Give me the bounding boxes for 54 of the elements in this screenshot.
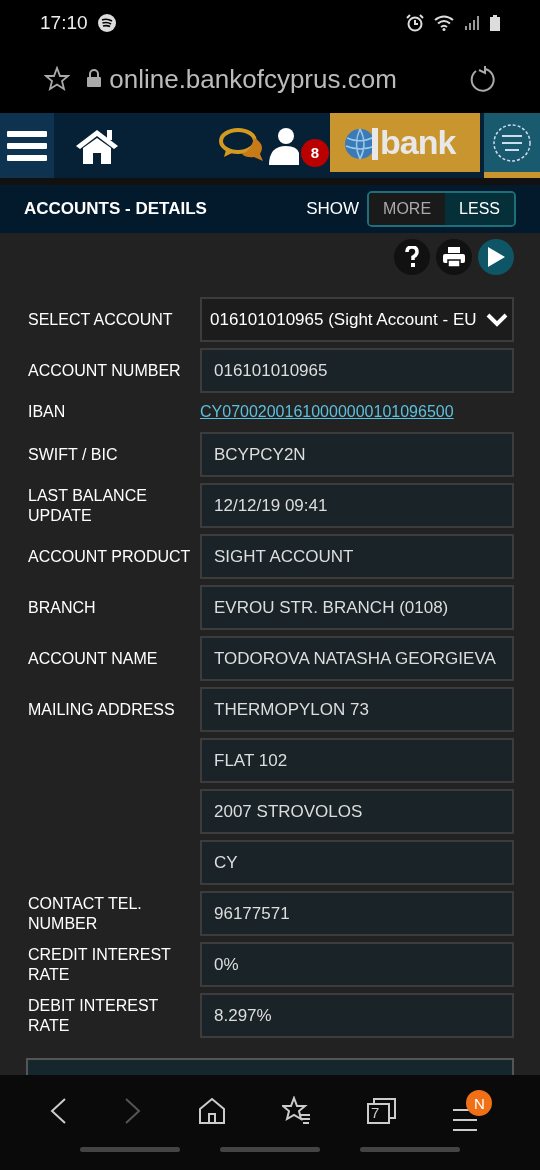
field-label: CONTACT TEL. NUMBER — [28, 893, 143, 934]
alarm-icon — [406, 13, 424, 32]
field-value: 016101010965 — [200, 348, 514, 393]
chevron-down-icon — [486, 312, 508, 327]
field-label: ACCOUNT NAME — [28, 648, 159, 669]
field-label: ACCOUNT NUMBER — [28, 360, 182, 381]
field-value: TODOROVA NATASHA GEORGIEVA — [200, 636, 514, 681]
menu-icon[interactable] — [0, 113, 54, 178]
star-icon[interactable] — [44, 66, 70, 92]
bookmarks-button[interactable] — [281, 1096, 312, 1126]
play-button[interactable] — [478, 239, 514, 275]
show-label: SHOW — [306, 199, 360, 219]
wifi-icon — [434, 14, 454, 31]
field-value: SIGHT ACCOUNT — [200, 534, 514, 579]
home-button[interactable] — [198, 1097, 227, 1125]
toggle-option[interactable]: LESS — [445, 193, 514, 225]
field-value: THERMOPYLON 73 — [200, 687, 514, 732]
iban-link[interactable]: CY07002001610000000101096500 — [200, 403, 454, 421]
page-title: ACCOUNTS - DETAILS — [24, 199, 208, 219]
print-button[interactable] — [436, 239, 472, 275]
lock-icon — [86, 67, 102, 88]
play-icon — [486, 246, 506, 268]
field-label: SELECT ACCOUNT — [28, 309, 174, 330]
field-value: 0% — [200, 942, 514, 987]
notification-badge: 8 — [301, 138, 329, 167]
printer-icon — [442, 246, 466, 268]
field-label: IBAN — [28, 402, 67, 422]
field-value: 12/12/19 09:41 — [200, 483, 514, 528]
battery-icon — [490, 14, 500, 31]
field-value: EVROU STR. BRANCH (0108) — [200, 585, 514, 630]
field-value: 96177571 — [200, 891, 514, 936]
field-value: 8.297% — [200, 993, 514, 1038]
field-label: MAILING ADDRESS — [28, 699, 176, 720]
user-icon — [267, 126, 301, 167]
field-label: LAST BALANCE UPDATE — [28, 485, 148, 526]
account-select[interactable]: 016101010965 (Sight Account - EU — [200, 297, 514, 342]
field-label: CREDIT INTEREST RATE — [28, 944, 172, 985]
clock: 17:10 — [40, 11, 88, 34]
toggle-option[interactable]: MORE — [369, 193, 446, 225]
field-label: SWIFT / BIC — [28, 444, 119, 465]
field-label: BRANCH — [28, 597, 97, 618]
field-value: CY — [200, 840, 514, 885]
help-icon — [404, 246, 420, 268]
field-label: ACCOUNT PRODUCT — [28, 546, 192, 567]
user-button[interactable]: 8 — [266, 120, 330, 171]
home-icon[interactable] — [74, 127, 120, 164]
signal-icon — [464, 14, 480, 31]
field-value: BCYPCY2N — [200, 432, 514, 477]
help-button[interactable] — [394, 239, 430, 275]
field-value: 2007 STROVOLOS — [200, 789, 514, 834]
reload-icon[interactable] — [468, 65, 496, 93]
music-app-icon — [97, 13, 116, 32]
field-label: DEBIT INTEREST RATE — [28, 995, 160, 1036]
field-value: FLAT 102 — [200, 738, 514, 783]
